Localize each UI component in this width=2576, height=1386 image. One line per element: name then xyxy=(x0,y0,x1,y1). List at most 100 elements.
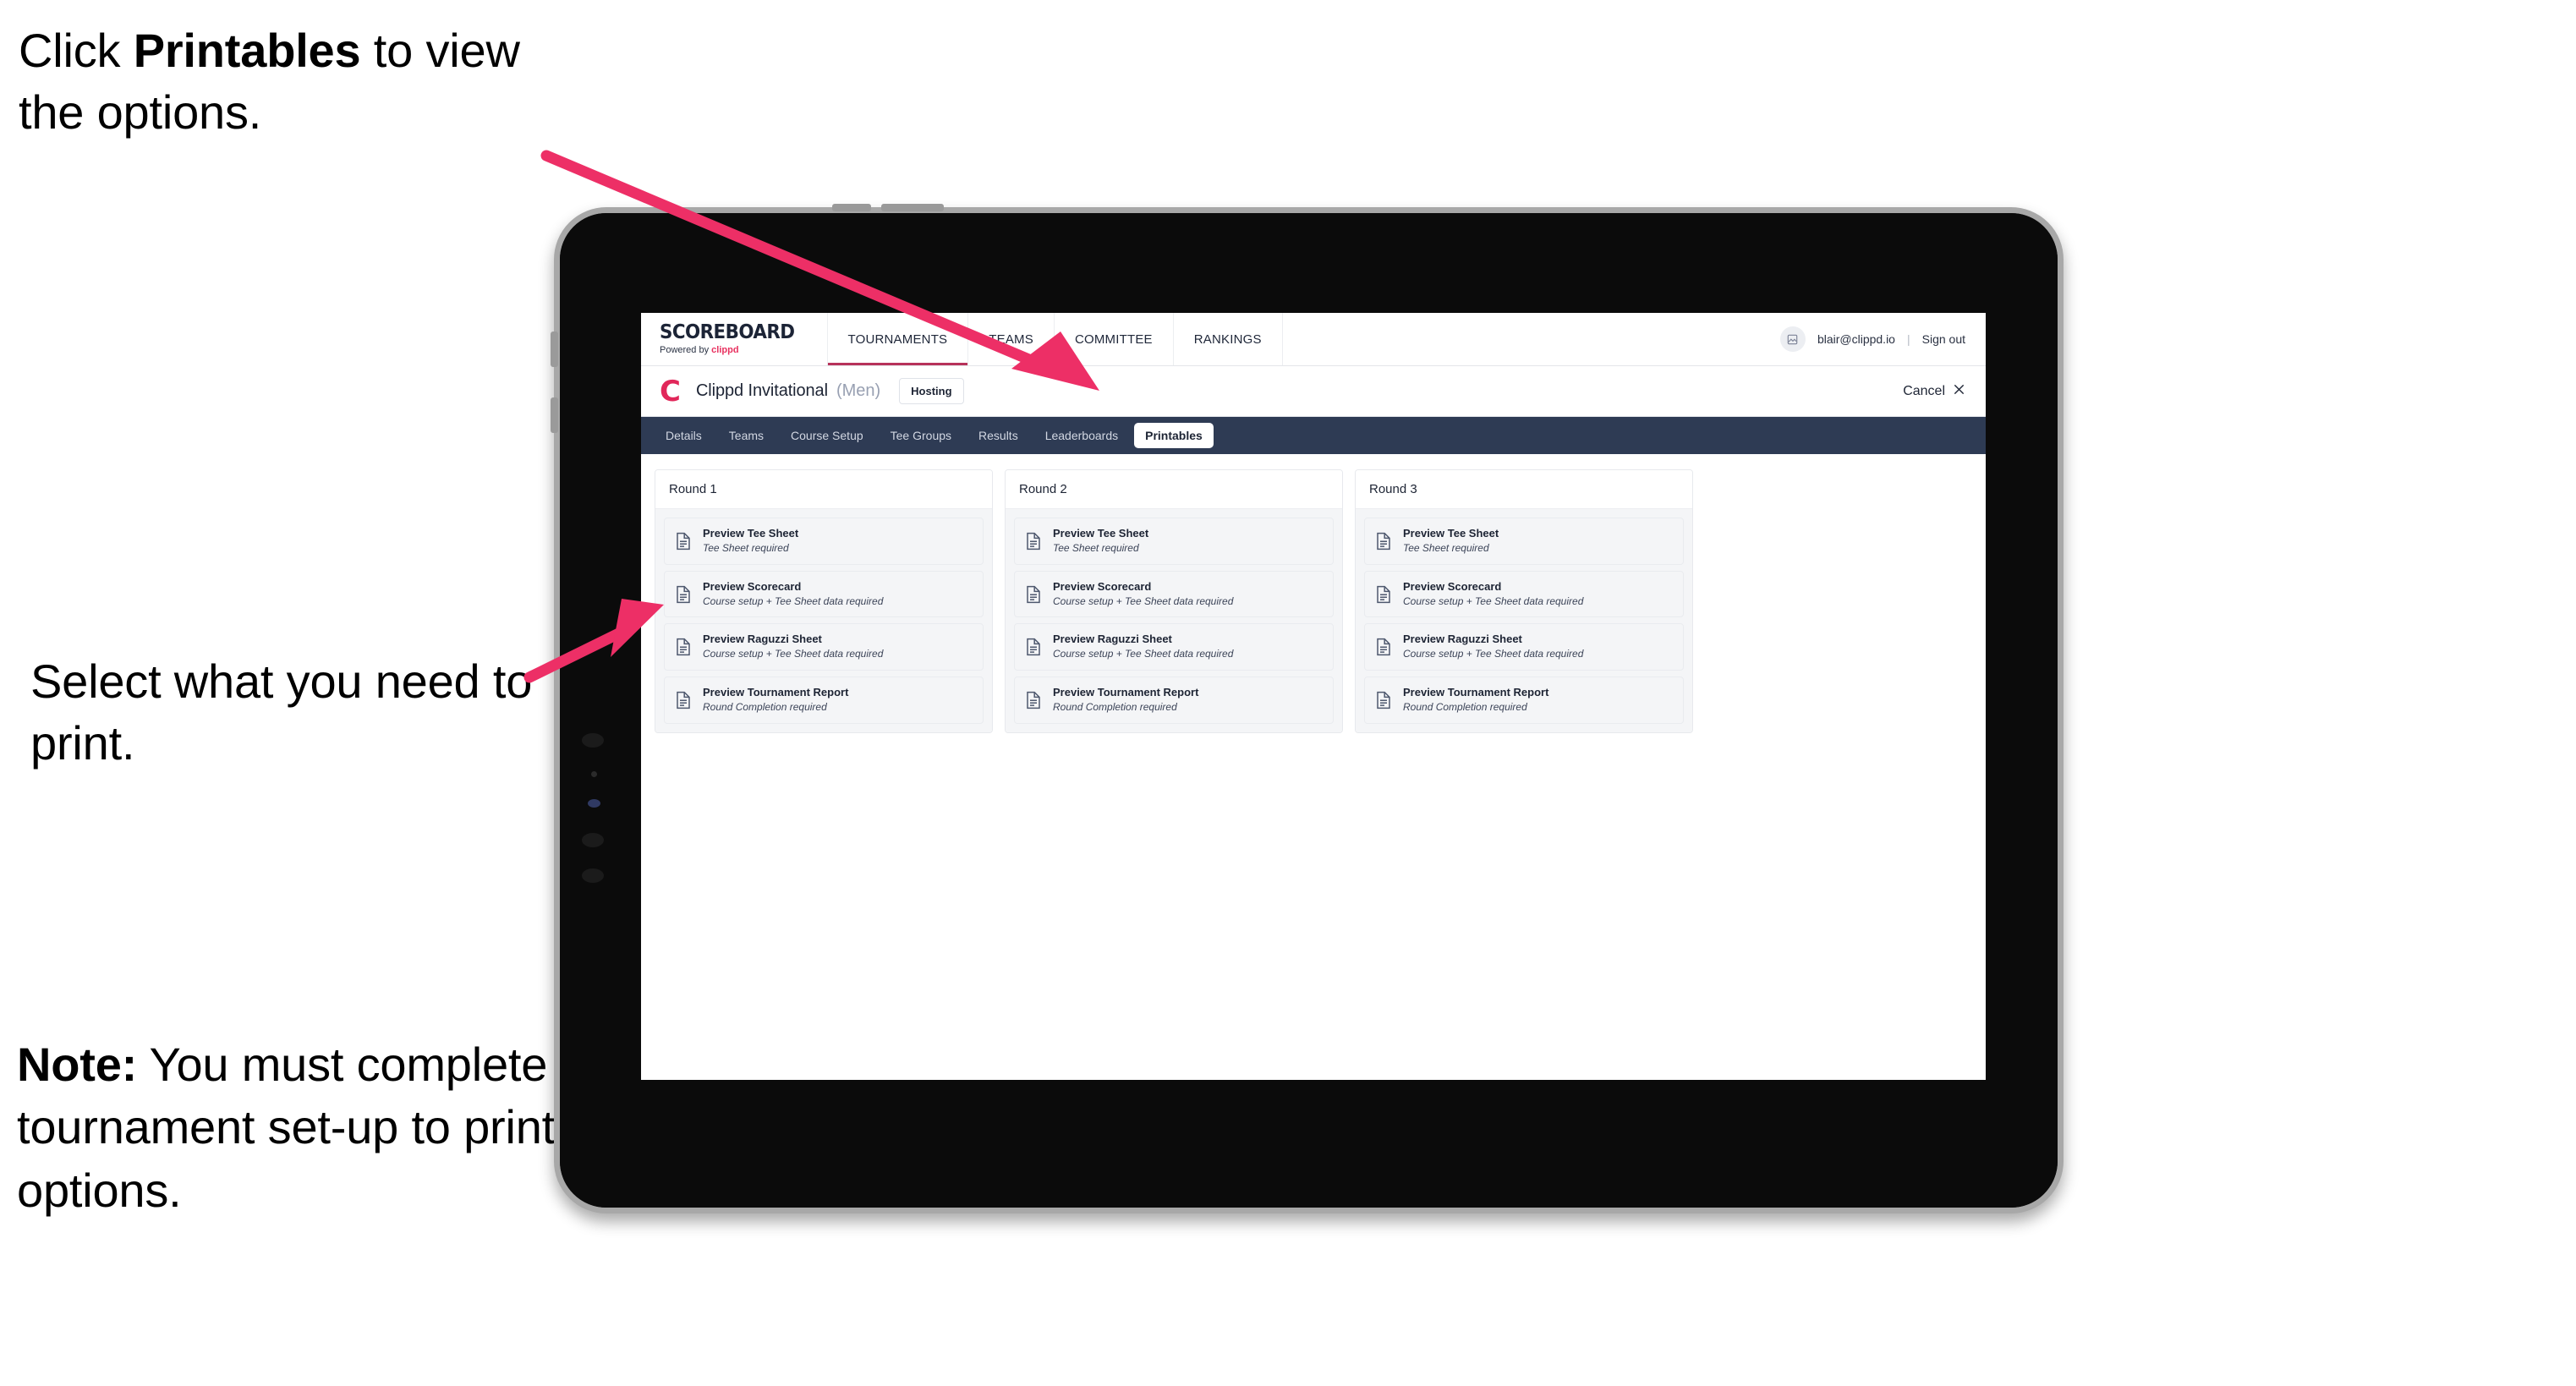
printable-title: Preview Raguzzi Sheet xyxy=(703,633,822,646)
tablet-side-button-2 xyxy=(551,397,558,433)
brand-tagline-prefix: Powered by xyxy=(660,345,712,355)
tablet-sensor-3 xyxy=(582,868,604,883)
printable-requirement: Round Completion required xyxy=(1403,701,1527,714)
top-nav-item-tournaments[interactable]: TOURNAMENTS xyxy=(827,313,969,365)
document-icon xyxy=(1025,691,1042,709)
tablet-indicator-light xyxy=(588,799,600,808)
printable-text-group: Preview Tournament Report Round Completi… xyxy=(1053,686,1199,714)
printable-requirement: Round Completion required xyxy=(703,701,827,714)
tab-teams[interactable]: Teams xyxy=(718,423,775,448)
page-root: Click Printables to view the options. Se… xyxy=(0,0,2576,1386)
printable-title: Preview Tee Sheet xyxy=(703,527,799,540)
printable-row-tournament-report-r3[interactable]: Preview Tournament Report Round Completi… xyxy=(1364,677,1684,724)
printable-text-group: Preview Tee Sheet Tee Sheet required xyxy=(1053,527,1149,555)
printable-row-raguzzi-sheet-r1[interactable]: Preview Raguzzi Sheet Course setup + Tee… xyxy=(664,623,984,671)
brand-tagline-clippd: clippd xyxy=(711,345,739,355)
app-screen: SCOREBOARD Powered by clippd TOURNAMENTS… xyxy=(641,313,1986,1080)
printable-row-tee-sheet-r3[interactable]: Preview Tee Sheet Tee Sheet required xyxy=(1364,518,1684,565)
printable-title: Preview Scorecard xyxy=(1053,579,1152,593)
printable-text-group: Preview Scorecard Course setup + Tee She… xyxy=(1403,579,1583,608)
printable-row-scorecard-r3[interactable]: Preview Scorecard Course setup + Tee She… xyxy=(1364,570,1684,618)
printable-text-group: Preview Tee Sheet Tee Sheet required xyxy=(703,527,799,555)
clippd-logo-icon: C xyxy=(660,374,681,408)
printable-row-tournament-report-r2[interactable]: Preview Tournament Report Round Completi… xyxy=(1014,677,1334,724)
tab-course-setup[interactable]: Course Setup xyxy=(780,423,874,448)
document-icon xyxy=(675,638,692,656)
printable-text-group: Preview Scorecard Course setup + Tee She… xyxy=(703,579,884,608)
document-icon xyxy=(675,532,692,551)
printable-title: Preview Scorecard xyxy=(1403,579,1502,593)
printable-title: Preview Tournament Report xyxy=(1403,686,1549,699)
user-avatar-icon[interactable] xyxy=(1779,326,1806,352)
tablet-sensor-2 xyxy=(582,833,604,847)
printable-title: Preview Scorecard xyxy=(703,579,802,593)
printable-text-group: Preview Raguzzi Sheet Course setup + Tee… xyxy=(1403,633,1583,660)
brand-tagline: Powered by clippd xyxy=(660,346,805,355)
printable-row-tournament-report-r1[interactable]: Preview Tournament Report Round Completi… xyxy=(664,677,984,724)
tournament-name: Clippd Invitational xyxy=(695,381,828,400)
user-separator: | xyxy=(1906,332,1910,346)
annotation-2-text: Select what you need to print. xyxy=(30,655,533,770)
printable-row-raguzzi-sheet-r3[interactable]: Preview Raguzzi Sheet Course setup + Tee… xyxy=(1364,623,1684,671)
round-column-2: Round 2 Preview Tee Sheet Tee Sheet requ… xyxy=(1005,469,1343,733)
cancel-button[interactable]: Cancel xyxy=(1903,383,1965,400)
printable-row-scorecard-r2[interactable]: Preview Scorecard Course setup + Tee She… xyxy=(1014,570,1334,618)
printable-requirement: Tee Sheet required xyxy=(703,541,789,554)
printable-requirement: Course setup + Tee Sheet data required xyxy=(1053,594,1234,607)
top-nav-label-rankings: RANKINGS xyxy=(1193,331,1262,347)
printable-row-raguzzi-sheet-r2[interactable]: Preview Raguzzi Sheet Course setup + Tee… xyxy=(1014,623,1334,671)
tab-results[interactable]: Results xyxy=(967,423,1029,448)
document-icon xyxy=(1375,638,1392,656)
tablet-top-button-slot-1 xyxy=(832,204,871,211)
round-column-1: Round 1 Preview Tee Sheet Tee Sheet requ… xyxy=(655,469,993,733)
brand-name: SCOREBOARD xyxy=(660,321,795,343)
top-nav-items: TOURNAMENTS TEAMS COMMITTEE RANKINGS xyxy=(827,313,1283,365)
top-nav-item-teams[interactable]: TEAMS xyxy=(968,313,1055,365)
tab-printables[interactable]: Printables xyxy=(1134,423,1214,448)
tablet-device: SCOREBOARD Powered by clippd TOURNAMENTS… xyxy=(551,204,2064,1213)
top-nav-item-rankings[interactable]: RANKINGS xyxy=(1174,313,1283,365)
document-icon xyxy=(675,585,692,604)
printable-text-group: Preview Tournament Report Round Completi… xyxy=(1403,686,1549,714)
printable-row-scorecard-r1[interactable]: Preview Scorecard Course setup + Tee She… xyxy=(664,570,984,618)
top-nav-item-committee[interactable]: COMMITTEE xyxy=(1055,313,1174,365)
tournament-gender: (Men) xyxy=(836,381,881,400)
scoreboard-logo[interactable]: SCOREBOARD Powered by clippd xyxy=(641,313,828,365)
round-3-header: Round 3 xyxy=(1356,470,1692,509)
tab-details[interactable]: Details xyxy=(655,423,713,448)
printables-panel: Round 1 Preview Tee Sheet Tee Sheet requ… xyxy=(641,454,1986,733)
top-nav-label-teams: TEAMS xyxy=(989,331,1033,347)
printable-requirement: Course setup + Tee Sheet data required xyxy=(703,594,884,607)
printable-title: Preview Tee Sheet xyxy=(1053,527,1149,540)
printable-requirement: Course setup + Tee Sheet data required xyxy=(703,648,884,660)
document-icon xyxy=(1375,585,1392,604)
tablet-bezel: SCOREBOARD Powered by clippd TOURNAMENTS… xyxy=(560,213,2058,1208)
tournament-sub-nav: Details Teams Course Setup Tee Groups Re… xyxy=(641,417,1986,454)
tablet-camera-icon xyxy=(591,771,597,777)
tablet-side-button-1 xyxy=(551,331,558,367)
user-email: blair@clippd.io xyxy=(1817,332,1895,346)
round-1-header: Round 1 xyxy=(655,470,992,509)
tablet-sensor-1 xyxy=(582,733,604,748)
printable-title: Preview Tournament Report xyxy=(1053,686,1199,699)
tab-tee-groups[interactable]: Tee Groups xyxy=(880,423,962,448)
sign-out-link[interactable]: Sign out xyxy=(1922,332,1965,346)
round-2-header: Round 2 xyxy=(1006,470,1342,509)
annotation-1-bold: Printables xyxy=(133,24,361,77)
top-nav-label-committee: COMMITTEE xyxy=(1074,331,1153,347)
printable-row-tee-sheet-r1[interactable]: Preview Tee Sheet Tee Sheet required xyxy=(664,518,984,565)
printable-row-tee-sheet-r2[interactable]: Preview Tee Sheet Tee Sheet required xyxy=(1014,518,1334,565)
printable-title: Preview Tee Sheet xyxy=(1403,527,1499,540)
round-1-rows: Preview Tee Sheet Tee Sheet required Pre… xyxy=(655,509,992,732)
printable-text-group: Preview Raguzzi Sheet Course setup + Tee… xyxy=(1053,633,1233,660)
close-icon xyxy=(1953,383,1965,400)
tournament-header-bar: C Clippd Invitational (Men) Hosting Canc… xyxy=(641,366,1986,417)
annotation-1-prefix: Click xyxy=(19,24,134,77)
document-icon xyxy=(1025,585,1042,604)
tab-leaderboards[interactable]: Leaderboards xyxy=(1034,423,1129,448)
top-nav-label-tournaments: TOURNAMENTS xyxy=(847,331,948,347)
printable-title: Preview Raguzzi Sheet xyxy=(1403,633,1522,646)
hosting-status-badge[interactable]: Hosting xyxy=(899,378,964,404)
printable-title: Preview Raguzzi Sheet xyxy=(1053,633,1172,646)
printable-text-group: Preview Tournament Report Round Completi… xyxy=(703,686,848,714)
